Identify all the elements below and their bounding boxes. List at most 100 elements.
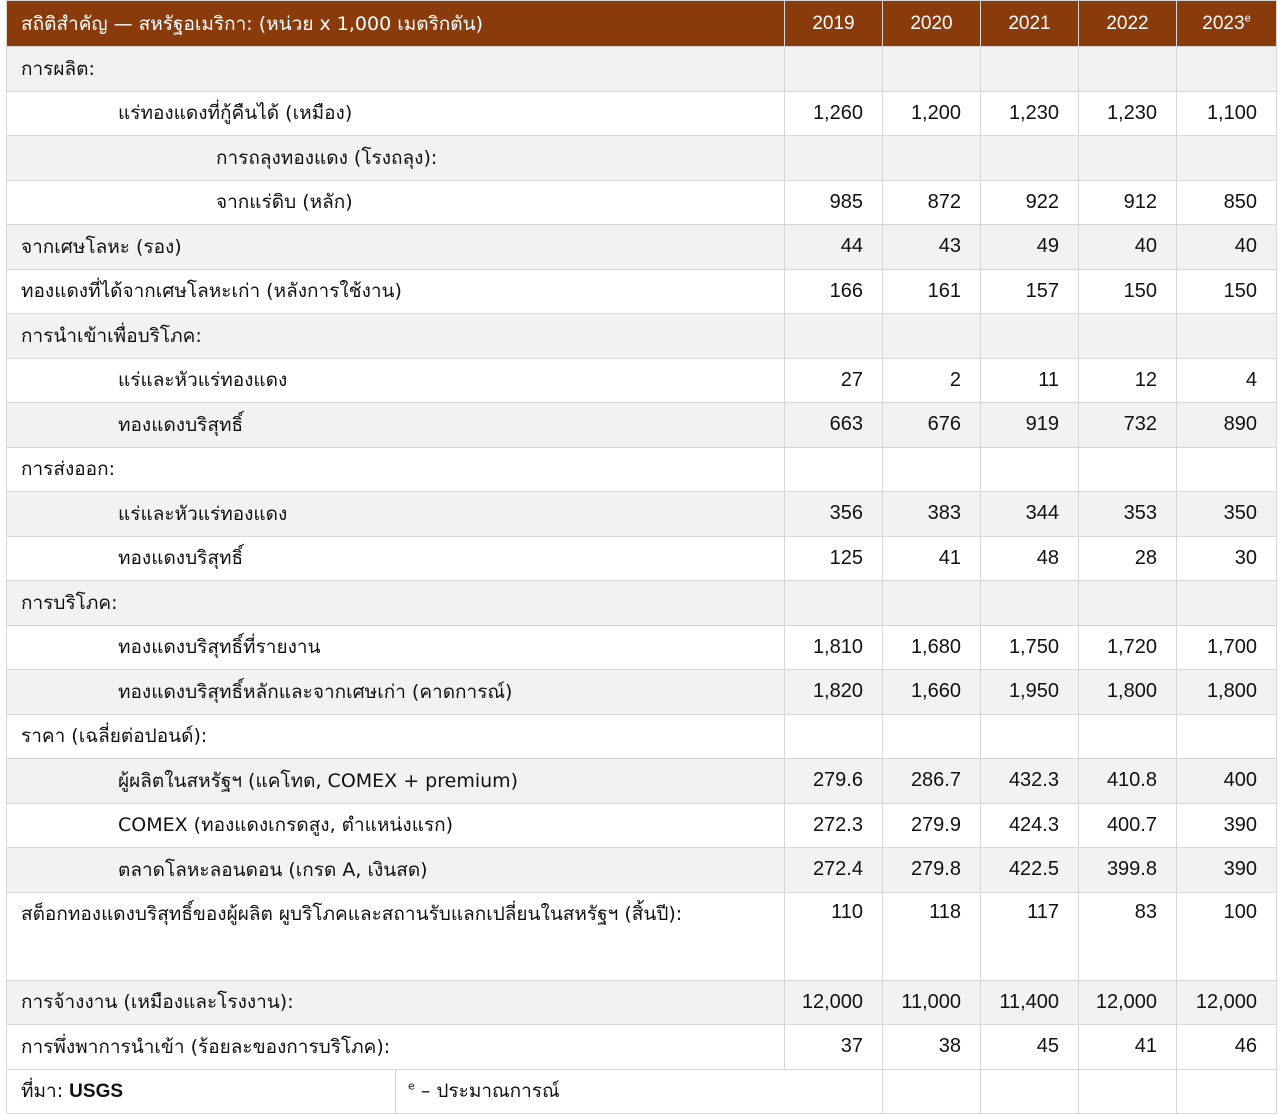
footer-empty-cell <box>980 1068 1079 1114</box>
row-label: ตลาดโลหะลอนดอน (เกรด A, เงินสด) <box>6 847 785 893</box>
value-cell-2020: 43 <box>882 224 981 270</box>
table-row: แร่และหัวแร่ทองแดง 356 383 344 353 350 <box>6 491 1277 537</box>
value-cell-2021: 117 <box>980 891 1079 981</box>
footer-empty-cell <box>1176 1068 1277 1114</box>
value-cell-2020: 118 <box>882 891 981 981</box>
value-cell-2022 <box>1078 46 1177 92</box>
value-cell-2020 <box>882 46 981 92</box>
row-label: แร่ทองแดงที่กู้คืนได้ (เหมือง) <box>6 90 785 136</box>
value-cell-2021 <box>980 313 1079 359</box>
table-row: จากเศษโลหะ (รอง) 44 43 49 40 40 <box>6 224 1277 270</box>
value-cell-2022: 83 <box>1078 891 1177 981</box>
value-cell-2020: 1,680 <box>882 624 981 670</box>
value-cell-2021: 48 <box>980 535 1079 581</box>
value-cell-2021: 1,750 <box>980 624 1079 670</box>
table-row: ทองแดงบริสุทธิ์หลักและจากเศษเก่า (คาดการ… <box>6 669 1277 715</box>
value-cell-2022: 150 <box>1078 268 1177 314</box>
value-cell-2020: 2 <box>882 357 981 403</box>
footer-empty-cell <box>1078 1068 1177 1114</box>
table-row: ทองแดงที่ได้จากเศษโลหะเก่า (หลังการใช้งา… <box>6 268 1277 314</box>
value-cell-2021: 922 <box>980 179 1079 225</box>
value-cell-2020 <box>882 446 981 492</box>
table-row: การผลิต: <box>6 46 1277 92</box>
row-label: การนำเข้าเพื่อบริโภค: <box>6 313 785 359</box>
row-label: ผู้ผลิตในสหรัฐฯ (แคโทด, COMEX + premium) <box>6 758 785 804</box>
value-cell-2023 <box>1176 135 1277 181</box>
value-cell-2021: 919 <box>980 402 1079 448</box>
header-row: สถิติสำคัญ — สหรัฐอเมริกา: (หน่วย x 1,00… <box>6 0 1277 47</box>
value-cell-2019: 1,820 <box>784 669 883 715</box>
row-label: การส่งออก: <box>6 446 785 492</box>
row-label: ทองแดงที่ได้จากเศษโลหะเก่า (หลังการใช้งา… <box>6 268 785 314</box>
row-label: แร่และหัวแร่ทองแดง <box>6 357 785 403</box>
row-label: จากแร่ดิบ (หลัก) <box>6 179 785 225</box>
value-cell-2021: 157 <box>980 268 1079 314</box>
value-cell-2020: 161 <box>882 268 981 314</box>
value-cell-2022: 912 <box>1078 179 1177 225</box>
value-cell-2019: 985 <box>784 179 883 225</box>
value-cell-2021 <box>980 135 1079 181</box>
value-cell-2020 <box>882 713 981 759</box>
value-cell-2023: 850 <box>1176 179 1277 225</box>
row-label: สต็อกทองแดงบริสุทธิ์ของผู้ผลิต ผูบริโภคแ… <box>6 891 785 981</box>
table-row: ทองแดงบริสุทธิ์ 663 676 919 732 890 <box>6 402 1277 448</box>
value-cell-2023: 400 <box>1176 758 1277 804</box>
table-row: COMEX (ทองแดงเกรดสูง, ตำแหน่งแรก) 272.3 27… <box>6 802 1277 848</box>
value-cell-2019: 37 <box>784 1024 883 1070</box>
table-row: สต็อกทองแดงบริสุทธิ์ของผู้ผลิต ผูบริโภคแ… <box>6 891 1277 981</box>
row-label: จากเศษโลหะ (รอง) <box>6 224 785 270</box>
year-2023-label: 2023 <box>1202 12 1245 34</box>
value-cell-2020: 1,660 <box>882 669 981 715</box>
value-cell-2019: 279.6 <box>784 758 883 804</box>
row-label: ทองแดงบริสุทธิ์หลักและจากเศษเก่า (คาดการ… <box>6 669 785 715</box>
value-cell-2021 <box>980 446 1079 492</box>
table-row: ทองแดงบริสุทธิ์ที่รายงาน 1,810 1,680 1,750 1… <box>6 624 1277 670</box>
value-cell-2020: 38 <box>882 1024 981 1070</box>
value-cell-2020: 383 <box>882 491 981 537</box>
row-label: COMEX (ทองแดงเกรดสูง, ตำแหน่งแรก) <box>6 802 785 848</box>
year-header-2023: 2023e <box>1176 0 1277 47</box>
row-label: ทองแดงบริสุทธิ์ที่รายงาน <box>6 624 785 670</box>
value-cell-2020: 676 <box>882 402 981 448</box>
value-cell-2023: 890 <box>1176 402 1277 448</box>
value-cell-2020: 41 <box>882 535 981 581</box>
value-cell-2022: 353 <box>1078 491 1177 537</box>
value-cell-2019: 12,000 <box>784 979 883 1025</box>
row-label: แร่และหัวแร่ทองแดง <box>6 491 785 537</box>
value-cell-2019: 1,260 <box>784 90 883 136</box>
value-cell-2023: 40 <box>1176 224 1277 270</box>
estimate-marker: e <box>1244 12 1251 25</box>
value-cell-2023 <box>1176 580 1277 626</box>
value-cell-2022: 12,000 <box>1078 979 1177 1025</box>
value-cell-2020: 286.7 <box>882 758 981 804</box>
footer-row: ที่มา: USGS e – ประมาณการณ์ <box>6 1068 1277 1114</box>
value-cell-2021: 11,400 <box>980 979 1079 1025</box>
note-marker: e <box>408 1079 415 1093</box>
row-label: ทองแดงบริสุทธิ์ <box>6 402 785 448</box>
table-row: ราคา (เฉลี่ยต่อปอนด์): <box>6 713 1277 759</box>
value-cell-2022 <box>1078 713 1177 759</box>
value-cell-2019: 272.4 <box>784 847 883 893</box>
value-cell-2023: 1,700 <box>1176 624 1277 670</box>
value-cell-2021 <box>980 713 1079 759</box>
value-cell-2023: 12,000 <box>1176 979 1277 1025</box>
value-cell-2023: 46 <box>1176 1024 1277 1070</box>
value-cell-2023: 30 <box>1176 535 1277 581</box>
table-row: การนำเข้าเพื่อบริโภค: <box>6 313 1277 359</box>
value-cell-2023: 4 <box>1176 357 1277 403</box>
value-cell-2022: 732 <box>1078 402 1177 448</box>
table-row: ผู้ผลิตในสหรัฐฯ (แคโทด, COMEX + premium)… <box>6 758 1277 804</box>
value-cell-2023: 350 <box>1176 491 1277 537</box>
row-label: ทองแดงบริสุทธิ์ <box>6 535 785 581</box>
source-value: USGS <box>69 1081 124 1102</box>
table-title: สถิติสำคัญ — สหรัฐอเมริกา: (หน่วย x 1,00… <box>6 0 785 47</box>
value-cell-2022 <box>1078 580 1177 626</box>
value-cell-2019: 27 <box>784 357 883 403</box>
row-label: ราคา (เฉลี่ยต่อปอนด์): <box>6 713 785 759</box>
year-header-2021: 2021 <box>980 0 1079 47</box>
value-cell-2019: 44 <box>784 224 883 270</box>
value-cell-2020 <box>882 580 981 626</box>
footer-empty-cell <box>882 1068 981 1114</box>
value-cell-2019: 272.3 <box>784 802 883 848</box>
value-cell-2020 <box>882 313 981 359</box>
